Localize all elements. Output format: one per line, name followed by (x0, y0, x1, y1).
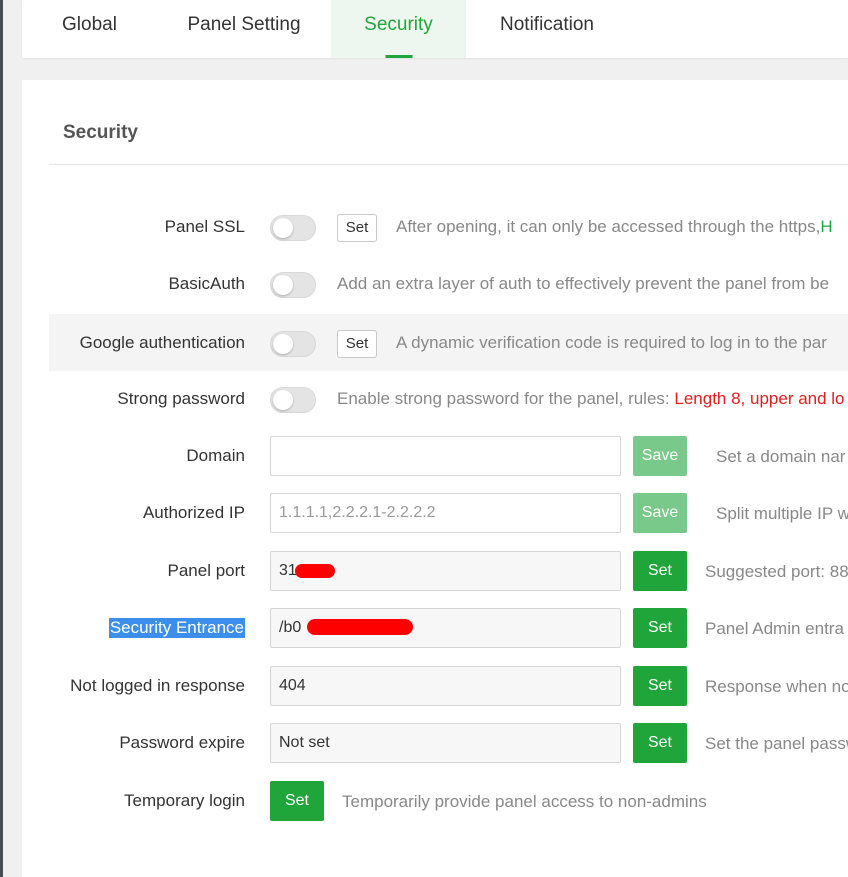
toggle-knob (273, 390, 293, 410)
redaction-mark (295, 564, 335, 578)
row-not-logged-response: Not logged in response Set Response when… (49, 665, 848, 707)
temporary-login-description: Temporarily provide panel access to non-… (342, 792, 707, 811)
temporary-login-label: Temporary login (124, 791, 245, 810)
tab-global[interactable]: Global (22, 0, 157, 58)
toggle-knob (273, 334, 293, 354)
password-expire-description: Set the panel passw (705, 734, 848, 753)
domain-label: Domain (186, 446, 245, 465)
google-auth-set-button[interactable]: Set (337, 330, 377, 358)
divider (49, 164, 848, 165)
row-panel-ssl: Panel SSL Set After opening, it can only… (49, 203, 848, 253)
panel-port-label: Panel port (167, 561, 246, 580)
row-security-entrance: Security Entrance Set Panel Admin entra (49, 607, 848, 649)
authorized-ip-description: Split multiple IP w (716, 504, 848, 523)
password-expire-label: Password expire (119, 733, 245, 752)
row-temporary-login: Temporary login Set Temporarily provide … (49, 780, 848, 822)
panel-ssl-set-button[interactable]: Set (337, 214, 377, 242)
security-entrance-set-button[interactable]: Set (633, 608, 687, 648)
google-auth-label: Google authentication (79, 333, 245, 352)
google-auth-description: A dynamic verification code is required … (396, 333, 827, 352)
google-auth-toggle[interactable] (270, 331, 316, 357)
password-expire-set-button[interactable]: Set (633, 723, 687, 763)
panel-ssl-toggle[interactable] (270, 215, 316, 241)
row-domain: Domain Save Set a domain nar (49, 435, 848, 477)
panel-port-description: Suggested port: 88 (705, 562, 848, 581)
window-edge (0, 0, 3, 877)
authorized-ip-save-button[interactable]: Save (633, 493, 687, 533)
strong-password-label: Strong password (117, 389, 245, 408)
tab-panel-setting[interactable]: Panel Setting (157, 0, 331, 58)
password-expire-input[interactable] (270, 723, 621, 763)
domain-save-button[interactable]: Save (633, 436, 687, 476)
panel-ssl-description: After opening, it can only be accessed t… (396, 217, 833, 236)
redaction-mark (307, 619, 413, 635)
temporary-login-set-button[interactable]: Set (270, 781, 324, 821)
tab-security[interactable]: Security (331, 0, 466, 58)
row-google-auth: Google authentication Set A dynamic veri… (49, 314, 848, 371)
basic-auth-toggle[interactable] (270, 272, 316, 298)
domain-input[interactable] (270, 436, 621, 476)
strong-password-toggle[interactable] (270, 387, 316, 413)
basic-auth-label: BasicAuth (168, 274, 245, 293)
security-panel: Security Panel SSL Set After opening, it… (22, 80, 848, 877)
authorized-ip-input[interactable] (270, 493, 621, 533)
row-authorized-ip: Authorized IP Save Split multiple IP w (49, 492, 848, 534)
row-basic-auth: BasicAuth Add an extra layer of auth to … (49, 260, 848, 310)
not-logged-response-input[interactable] (270, 666, 621, 706)
row-panel-port: Panel port Set Suggested port: 88 (49, 550, 848, 592)
basic-auth-description: Add an extra layer of auth to effectivel… (337, 274, 830, 293)
section-title: Security (63, 122, 138, 143)
row-password-expire: Password expire Set Set the panel passw (49, 722, 848, 764)
not-logged-response-set-button[interactable]: Set (633, 666, 687, 706)
panel-ssl-label: Panel SSL (164, 217, 245, 236)
tab-notification[interactable]: Notification (466, 0, 628, 58)
authorized-ip-label: Authorized IP (142, 503, 245, 522)
security-entrance-description: Panel Admin entra (705, 619, 844, 638)
domain-description: Set a domain nar (716, 447, 846, 466)
not-logged-response-label: Not logged in response (70, 676, 245, 695)
security-entrance-label: Security Entrance (108, 618, 245, 638)
strong-password-description: Enable strong password for the panel, ru… (337, 389, 845, 408)
toggle-knob (273, 218, 293, 238)
row-strong-password: Strong password Enable strong password f… (49, 375, 848, 425)
panel-port-set-button[interactable]: Set (633, 551, 687, 591)
not-logged-response-description: Response when no (705, 677, 848, 696)
toggle-knob (273, 275, 293, 295)
settings-tabs: Global Panel Setting Security Notificati… (22, 0, 848, 58)
